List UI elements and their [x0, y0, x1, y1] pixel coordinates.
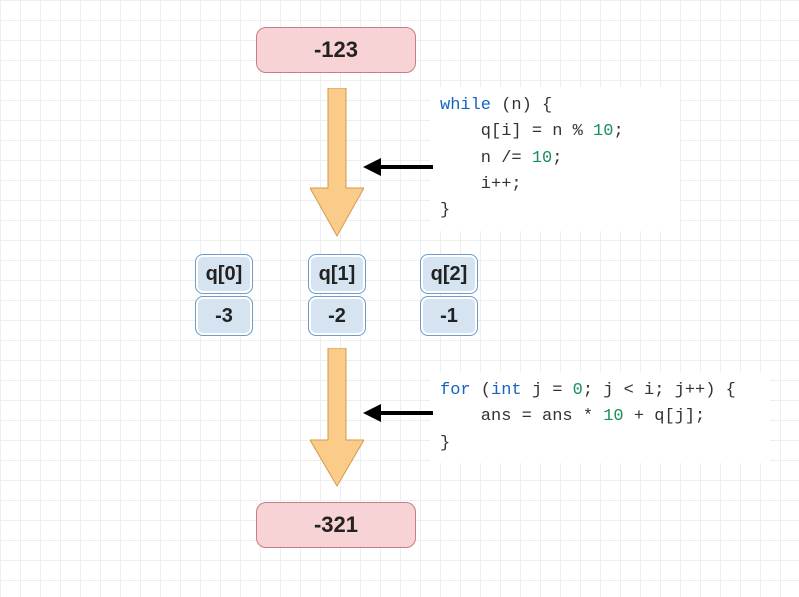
q1-value: -2 [308, 296, 366, 336]
input-node: -123 [256, 27, 416, 73]
output-node: -321 [256, 502, 416, 548]
output-value: -321 [314, 512, 358, 538]
diagram-canvas: -123 while (n) { q[i] = n % 10; n /= 10;… [0, 0, 799, 597]
q1-label: q[1] [308, 254, 366, 294]
q0-value: -3 [195, 296, 253, 336]
arrow-down-2 [310, 348, 364, 493]
arrow-down-1 [310, 88, 364, 243]
input-value: -123 [314, 37, 358, 63]
q2-value: -1 [420, 296, 478, 336]
code-block-while: while (n) { q[i] = n % 10; n /= 10; i++;… [430, 87, 680, 231]
pointer-arrow-2 [363, 402, 433, 429]
pointer-arrow-1 [363, 156, 433, 183]
code-block-for: for (int j = 0; j < i; j++) { ans = ans … [430, 372, 770, 463]
q2-label: q[2] [420, 254, 478, 294]
q0-label: q[0] [195, 254, 253, 294]
